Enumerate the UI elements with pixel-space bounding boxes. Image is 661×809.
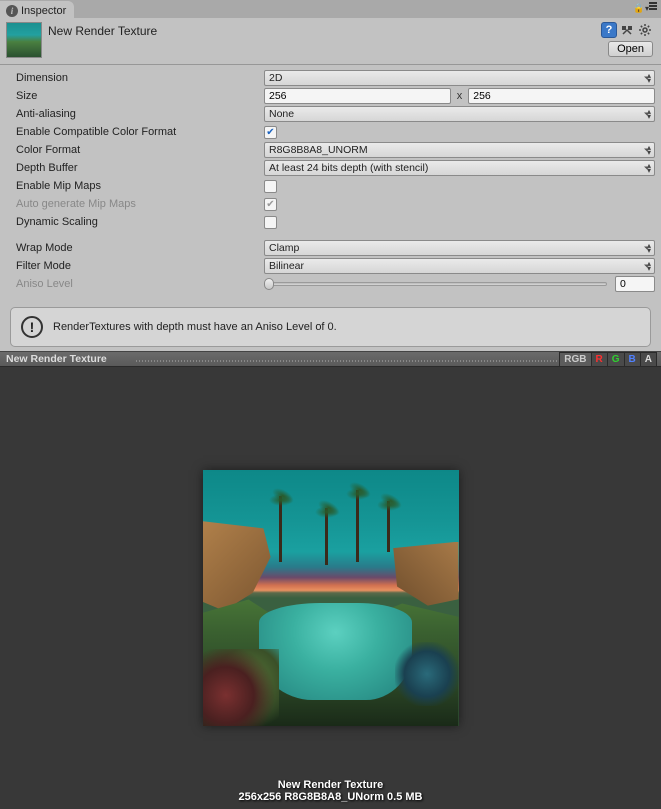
inspector-tab[interactable]: i Inspector xyxy=(0,1,74,18)
preview-area[interactable]: New Render Texture 256x256 R8G8B8A8_UNor… xyxy=(0,367,661,809)
size-x-label: x xyxy=(455,90,465,102)
depth-label: Depth Buffer xyxy=(6,162,264,174)
tab-label: Inspector xyxy=(21,5,66,17)
preview-image xyxy=(203,470,459,726)
channel-buttons: RGB R G B A xyxy=(559,352,657,367)
properties-panel: Dimension 2D▴▾ Size x Anti-aliasing None… xyxy=(0,67,661,301)
aniso-slider xyxy=(264,276,607,292)
open-button[interactable]: Open xyxy=(608,41,653,57)
panel-menu-icon[interactable] xyxy=(645,2,657,14)
aniso-value-input[interactable] xyxy=(615,276,655,292)
automips-checkbox: ✔ xyxy=(264,198,277,211)
preview-caption-name: New Render Texture xyxy=(0,779,661,791)
size-width-input[interactable] xyxy=(264,88,451,104)
tab-bar: i Inspector xyxy=(0,0,661,18)
settings-gear-icon[interactable] xyxy=(637,22,653,38)
preview-caption-meta: 256x256 R8G8B8A8_UNorm 0.5 MB xyxy=(0,791,661,803)
mips-checkbox[interactable] xyxy=(264,180,277,193)
filter-label: Filter Mode xyxy=(6,260,264,272)
wrap-dropdown[interactable]: Clamp▴▾ xyxy=(264,240,655,256)
dimension-label: Dimension xyxy=(6,72,264,84)
dimension-dropdown[interactable]: 2D▴▾ xyxy=(264,70,655,86)
mips-label: Enable Mip Maps xyxy=(6,180,264,192)
dynscale-label: Dynamic Scaling xyxy=(6,216,264,228)
divider xyxy=(0,64,661,65)
channel-r-button[interactable]: R xyxy=(592,352,608,367)
aniso-label: Aniso Level xyxy=(6,278,264,290)
channel-g-button[interactable]: G xyxy=(608,352,625,367)
info-icon: i xyxy=(6,5,18,17)
wrap-label: Wrap Mode xyxy=(6,242,264,254)
colorfmt-label: Color Format xyxy=(6,144,264,156)
filter-dropdown[interactable]: Bilinear▴▾ xyxy=(264,258,655,274)
automips-label: Auto generate Mip Maps xyxy=(6,198,264,210)
tab-right-controls xyxy=(633,2,657,14)
colorfmt-dropdown[interactable]: R8G8B8A8_UNORM▴▾ xyxy=(264,142,655,158)
preview-caption: New Render Texture 256x256 R8G8B8A8_UNor… xyxy=(0,779,661,803)
channel-b-button[interactable]: B xyxy=(625,352,641,367)
info-box-message: RenderTextures with depth must have an A… xyxy=(53,321,337,333)
asset-title: New Render Texture xyxy=(48,22,595,38)
presets-icon[interactable] xyxy=(619,22,635,38)
lock-icon[interactable] xyxy=(633,2,643,14)
antialias-dropdown[interactable]: None▴▾ xyxy=(264,106,655,122)
info-box: ! RenderTextures with depth must have an… xyxy=(10,307,651,347)
size-label: Size xyxy=(6,90,264,102)
info-box-icon: ! xyxy=(21,316,43,338)
antialias-label: Anti-aliasing xyxy=(6,108,264,120)
dynscale-checkbox[interactable] xyxy=(264,216,277,229)
channel-rgb-button[interactable]: RGB xyxy=(559,352,591,367)
size-height-input[interactable] xyxy=(468,88,655,104)
channel-a-button[interactable]: A xyxy=(641,352,657,367)
compat-label: Enable Compatible Color Format xyxy=(6,126,264,138)
depth-dropdown[interactable]: At least 24 bits depth (with stencil)▴▾ xyxy=(264,160,655,176)
asset-thumbnail[interactable] xyxy=(6,22,42,58)
preview-title: New Render Texture xyxy=(6,353,559,365)
asset-header: New Render Texture ? Open xyxy=(0,18,661,64)
help-icon[interactable]: ? xyxy=(601,22,617,38)
preview-header[interactable]: New Render Texture RGB R G B A xyxy=(0,351,661,367)
compat-checkbox[interactable]: ✔ xyxy=(264,126,277,139)
